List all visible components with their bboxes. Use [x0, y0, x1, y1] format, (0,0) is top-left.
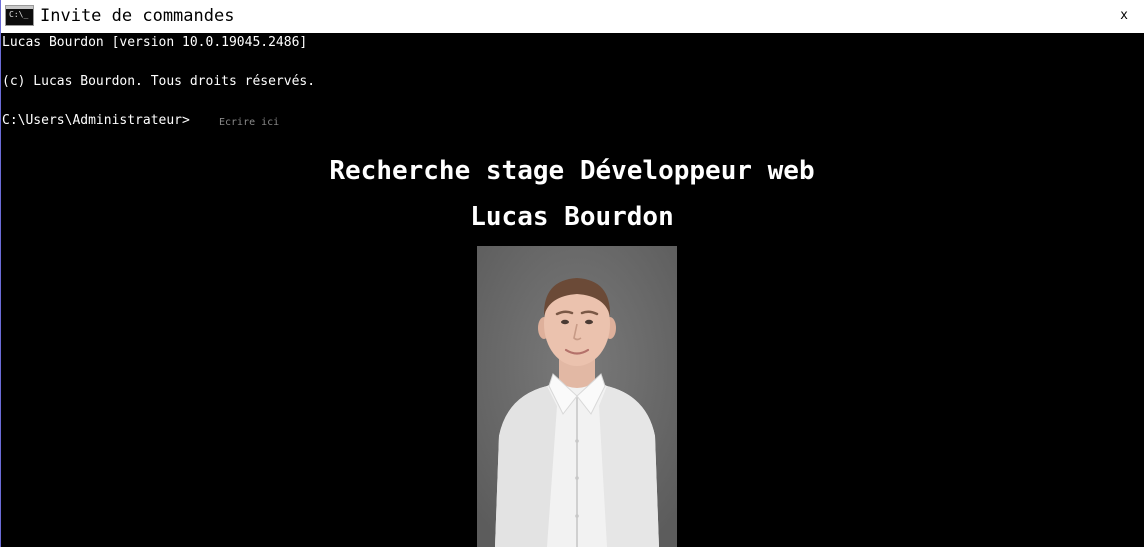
version-line: Lucas Bourdon [version 10.0.19045.2486]	[2, 35, 308, 50]
title-bar: C:\_ Invite de commandes x	[0, 0, 1144, 33]
eye-left	[561, 319, 569, 325]
eye-right	[585, 319, 593, 325]
icon-title-strip	[6, 6, 33, 9]
command-prompt: C:\Users\Administrateur>	[2, 113, 190, 128]
command-input[interactable]	[219, 114, 419, 130]
close-button[interactable]: x	[1114, 6, 1134, 26]
profile-photo	[477, 246, 677, 547]
person-name: Lucas Bourdon	[470, 202, 674, 232]
page-title: Recherche stage Développeur web	[329, 156, 815, 186]
shirt-button	[575, 476, 579, 480]
window-border	[0, 33, 1, 547]
icon-prompt-glyph: C:\_	[9, 10, 29, 19]
copyright-line: (c) Lucas Bourdon. Tous droits réservés.	[2, 74, 316, 89]
window-title: Invite de commandes	[40, 6, 235, 26]
shirt-button	[575, 439, 579, 443]
portrait-illustration	[477, 246, 677, 547]
console-icon: C:\_	[5, 5, 34, 26]
shirt-button	[575, 514, 579, 518]
console-window: C:\_ Invite de commandes x Lucas Bourdon…	[0, 0, 1144, 547]
